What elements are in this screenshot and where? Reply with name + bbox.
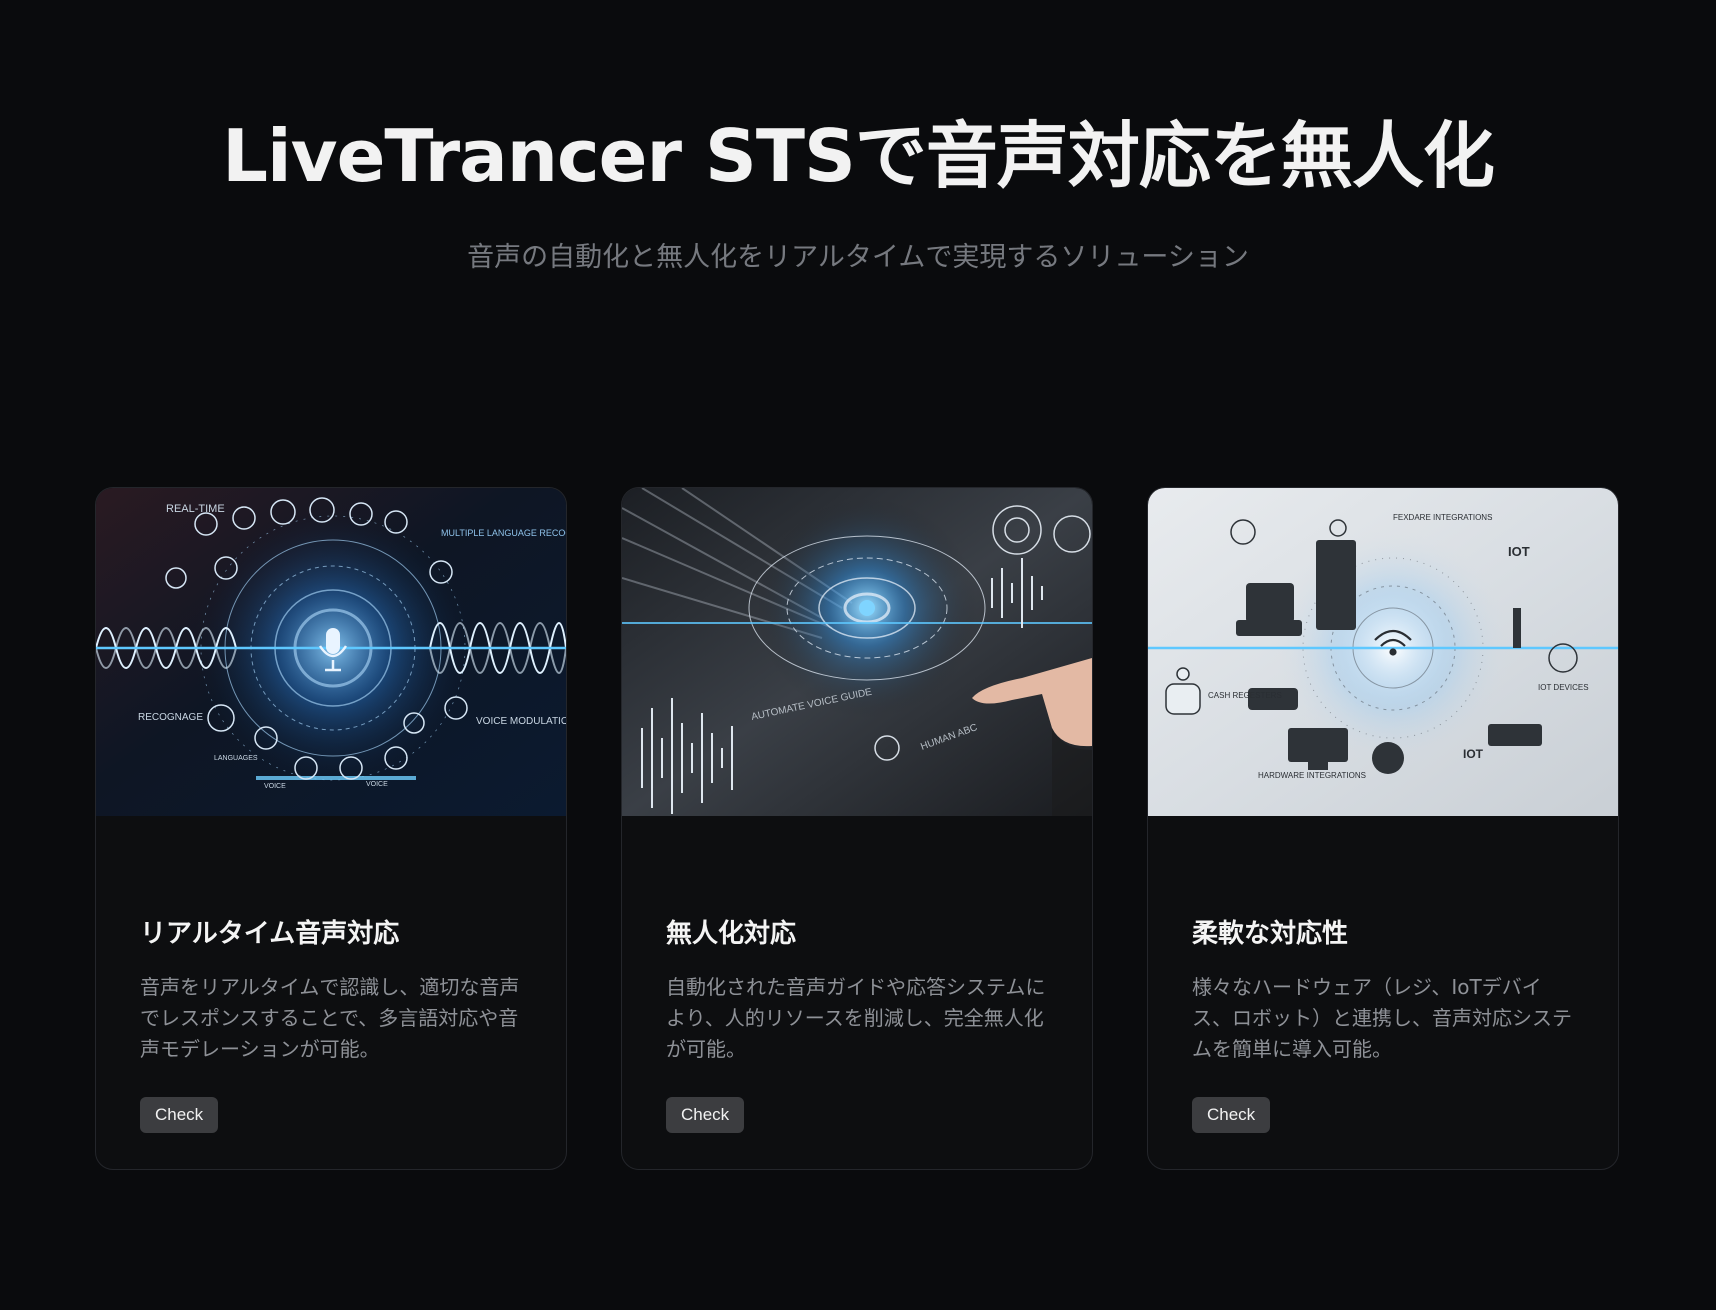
feature-card-unmanned: AUTOMATE VOICE GUIDE HUMAN ABC 無人化対応 自動化… (621, 487, 1093, 1170)
image-label: LANGUAGES (214, 755, 258, 762)
page-subtitle: 音声の自動化と無人化をリアルタイムで実現するソリューション (467, 242, 1249, 273)
image-label: VOICE (264, 783, 286, 790)
unmanned-voice-guide-illustration: AUTOMATE VOICE GUIDE HUMAN ABC (622, 488, 1092, 816)
card-description: 様々なハードウェア（レジ、IoTデバイス、ロボット）と連携し、音声対応システムを… (1192, 975, 1572, 1061)
hardware-integration-illustration: FEXDARE INTEGRATIONS IOT CASH REGESTERS … (1148, 488, 1618, 816)
image-label: FEXDARE INTEGRATIONS (1393, 513, 1492, 522)
image-label: VOICE MODULATION (476, 716, 566, 727)
image-label: HARDWARE INTEGRATIONS (1258, 771, 1366, 780)
image-label: MULTIPLE LANGUAGE RECOGNITION & REPONSE (441, 528, 566, 538)
check-button[interactable]: Check (1192, 1097, 1271, 1133)
realtime-voice-illustration: REAL-TIME MULTIPLE LANGUAGE RECOGNITION … (96, 488, 566, 816)
page-title: LiveTrancer STSで音声対応を無人化 (222, 114, 1495, 198)
image-label: IOT (1508, 544, 1530, 559)
image-label: REAL-TIME (166, 503, 225, 515)
feature-cards: REAL-TIME MULTIPLE LANGUAGE RECOGNITION … (95, 487, 1621, 1170)
check-button[interactable]: Check (666, 1097, 745, 1133)
card-description: 音声をリアルタイムで認識し、適切な音声でレスポンスすることで、多言語対応や音声モ… (140, 975, 520, 1061)
image-label: RECOGNAGE (138, 712, 203, 723)
card-title: リアルタイム音声対応 (140, 919, 400, 949)
image-label: VOICE (366, 781, 388, 788)
image-label: CASH REGESTERS (1208, 691, 1282, 700)
feature-card-flexible: FEXDARE INTEGRATIONS IOT CASH REGESTERS … (1147, 487, 1619, 1170)
page: LiveTrancer STSで音声対応を無人化 音声の自動化と無人化をリアルタ… (0, 0, 1716, 1310)
image-label: IOT DEVICES (1538, 683, 1589, 692)
feature-card-realtime: REAL-TIME MULTIPLE LANGUAGE RECOGNITION … (95, 487, 567, 1170)
image-label: IOT (1463, 747, 1484, 761)
card-description: 自動化された音声ガイドや応答システムにより、人的リソースを削減し、完全無人化が可… (666, 975, 1046, 1061)
check-button[interactable]: Check (140, 1097, 219, 1133)
card-title: 無人化対応 (666, 919, 797, 949)
card-title: 柔軟な対応性 (1192, 919, 1349, 949)
